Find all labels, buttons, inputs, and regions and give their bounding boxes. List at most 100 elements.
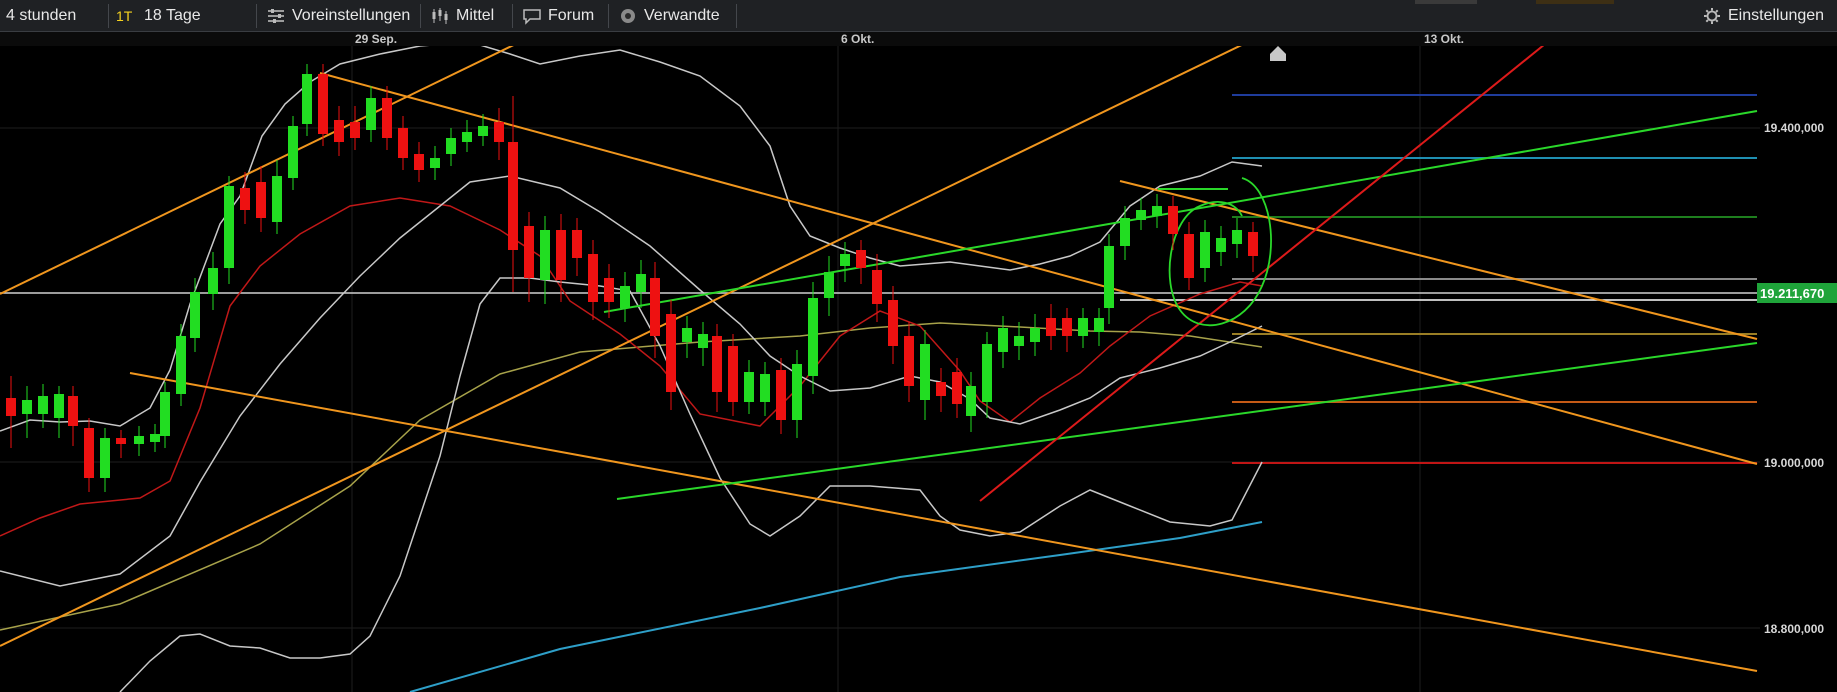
indicator-button[interactable]: Mittel	[424, 3, 510, 29]
bullish-candle	[824, 272, 834, 298]
bullish-candle	[1094, 318, 1104, 332]
bearish-candle	[1062, 318, 1072, 336]
bearish-candle	[318, 74, 328, 134]
bullish-candle	[272, 176, 282, 222]
settings-button[interactable]: Einstellungen	[1696, 3, 1834, 29]
bullish-candle	[808, 298, 818, 376]
bearish-candle	[666, 314, 676, 392]
bearish-candle	[1184, 234, 1194, 278]
bullish-candle	[744, 372, 754, 402]
bearish-candle	[728, 346, 738, 402]
bearish-candle	[6, 398, 16, 416]
bearish-candle	[350, 122, 360, 138]
x-axis-label-okt6: 6 Okt.	[841, 32, 875, 46]
bullish-candle	[100, 438, 110, 478]
current-price-label: 19.211,670	[1760, 286, 1824, 301]
eye-icon	[621, 9, 635, 23]
bearish-candle	[588, 254, 598, 302]
bearish-candle	[952, 372, 962, 404]
bullish-candle	[288, 126, 298, 178]
bearish-candle	[604, 278, 614, 302]
bullish-candle	[540, 230, 550, 280]
settings-label: Einstellungen	[1728, 7, 1825, 24]
presets-button[interactable]: Voreinstellungen	[260, 3, 418, 29]
bearish-candle	[572, 230, 582, 258]
forum-label: Forum	[548, 7, 595, 24]
bullish-candle	[462, 132, 472, 142]
bullish-candle	[478, 126, 488, 136]
home-marker-icon[interactable]	[1270, 46, 1286, 61]
bearish-candle	[936, 382, 946, 396]
bearish-candle	[508, 142, 518, 250]
bullish-candle	[1078, 318, 1088, 336]
bearish-candle	[650, 278, 660, 336]
bullish-candle	[176, 336, 186, 394]
y-axis-label-18800: 18.800,000	[1764, 622, 1824, 636]
range-label: 18 Tage	[144, 7, 201, 24]
bullish-candle	[366, 98, 376, 130]
bollinger-upper	[0, 46, 1263, 432]
bullish-candle	[224, 186, 234, 268]
bearish-candle	[1248, 232, 1258, 256]
forum-button[interactable]: Forum	[516, 3, 606, 29]
current-price-tag: 19.211,670	[1757, 283, 1837, 303]
bullish-candle	[920, 344, 930, 400]
moving-average-olive	[0, 322, 1263, 631]
interval-badge[interactable]: 1T	[110, 3, 138, 29]
bearish-candle	[712, 336, 722, 392]
gear-icon	[1704, 8, 1720, 24]
bullish-candle	[620, 286, 630, 308]
bullish-candle	[1120, 218, 1130, 246]
related-label: Verwandte	[644, 7, 720, 24]
bearish-candle	[1046, 318, 1056, 336]
bullish-candle	[54, 394, 64, 418]
chart-toolbar: 4 stunden 1T 18 Tage Voreinstellungen Mi…	[0, 0, 1837, 32]
bullish-candle	[1014, 336, 1024, 346]
bearish-candle	[68, 396, 78, 426]
moving-average-blue	[409, 521, 1263, 692]
bullish-candle	[792, 364, 802, 420]
timeframe-selector[interactable]: 4 stunden	[0, 3, 106, 29]
bullish-candle	[160, 392, 170, 436]
bearish-candle	[398, 128, 408, 158]
bearish-candle	[494, 122, 504, 142]
bollinger-middle	[0, 175, 1263, 587]
trend-lines	[0, 46, 1758, 672]
bullish-candle	[1152, 206, 1162, 216]
price-chart[interactable]: 19.400,000 19.000,000 18.800,000 19.211,…	[0, 46, 1837, 692]
y-axis-label-19400: 19.400,000	[1764, 121, 1824, 135]
bearish-candle	[904, 336, 914, 386]
bearish-candle	[556, 230, 566, 280]
bullish-candle	[134, 436, 144, 444]
candlestick-icon	[432, 8, 448, 24]
bullish-candle	[636, 274, 646, 292]
interval-badge-label: 1T	[116, 8, 133, 24]
bearish-candle	[382, 98, 392, 138]
date-axis-bar	[0, 32, 1837, 46]
bearish-candle	[776, 370, 786, 420]
bullish-candle	[760, 374, 770, 402]
x-axis-label-okt13: 13 Okt.	[1424, 32, 1465, 46]
bullish-candle	[446, 138, 456, 154]
bearish-candle	[524, 226, 534, 278]
bullish-candle	[698, 334, 708, 348]
bearish-candle	[414, 154, 424, 170]
bullish-candle	[150, 434, 160, 442]
bearish-candle	[872, 270, 882, 304]
range-selector[interactable]: 18 Tage	[138, 3, 256, 29]
timeframe-label: 4 stunden	[6, 7, 77, 24]
bullish-candle	[190, 292, 200, 338]
bullish-candle	[682, 328, 692, 342]
bullish-candle	[22, 400, 32, 414]
moving-average-red	[0, 197, 1263, 537]
bullish-candle	[1030, 328, 1040, 342]
bearish-candle	[1168, 206, 1178, 234]
bullish-candle	[208, 268, 218, 294]
divider	[736, 4, 737, 28]
bearish-candle	[334, 120, 344, 142]
sliders-icon	[268, 9, 284, 23]
related-button[interactable]: Verwandte	[612, 3, 734, 29]
bullish-candle	[982, 344, 992, 402]
y-axis-label-19000: 19.000,000	[1764, 456, 1824, 470]
bullish-candle	[302, 74, 312, 124]
